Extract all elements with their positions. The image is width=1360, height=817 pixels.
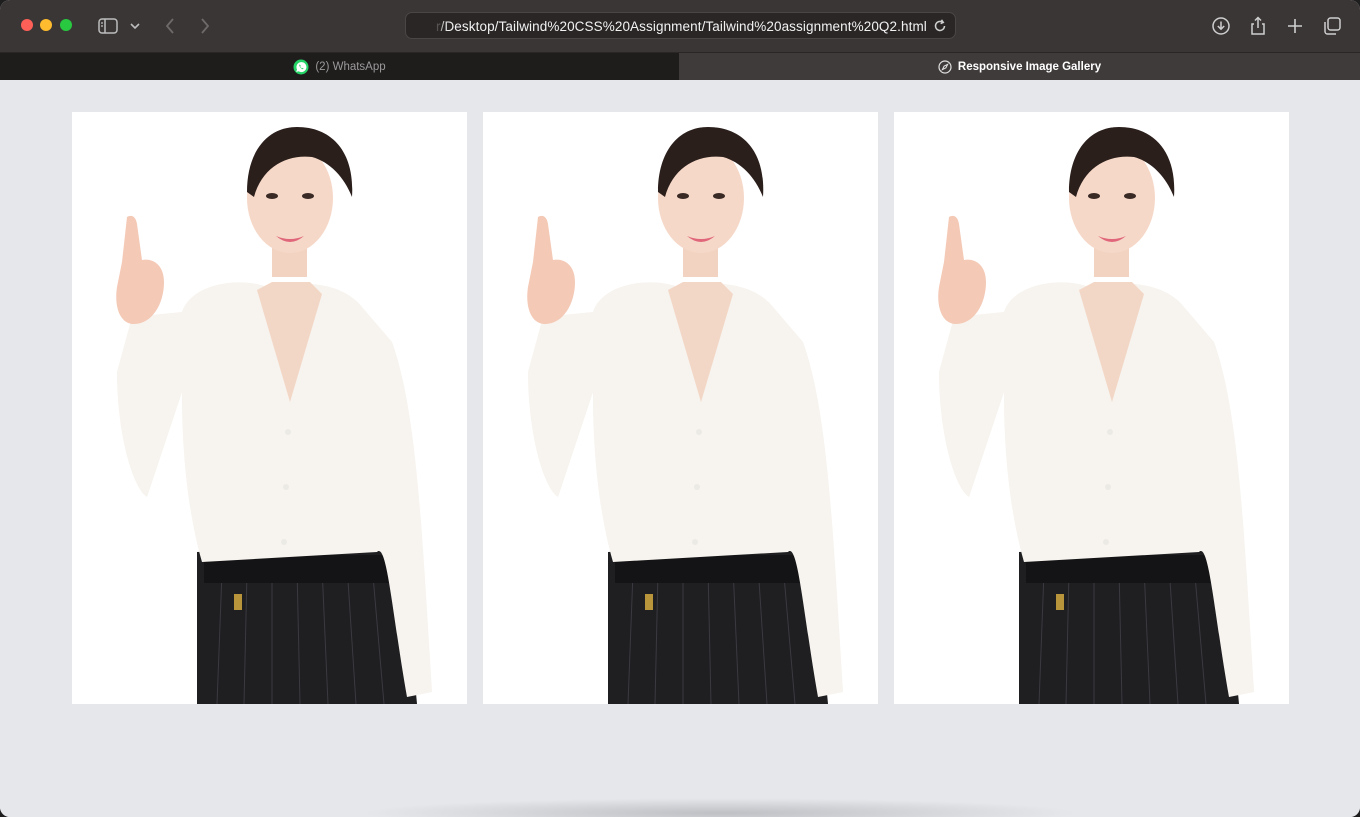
address-bar-url[interactable]: r/Desktop/Tailwind%20CSS%20Assignment/Ta… (436, 19, 927, 34)
close-window-button[interactable] (21, 19, 33, 31)
zoom-window-button[interactable] (60, 19, 72, 31)
sidebar-toggle-icon[interactable] (96, 14, 120, 38)
tab-overview-icon[interactable] (1320, 14, 1344, 38)
page-content (0, 80, 1360, 817)
forward-arrow-icon[interactable] (195, 14, 215, 38)
plus-icon[interactable] (1283, 14, 1307, 38)
compass-icon (938, 60, 952, 74)
tab-whatsapp-label: (2) WhatsApp (315, 61, 386, 73)
gallery-image (483, 112, 878, 704)
minimize-window-button[interactable] (40, 19, 52, 31)
reload-icon[interactable] (931, 17, 949, 35)
tab-bar: (2) WhatsApp Responsive Image Gallery (0, 52, 1360, 81)
browser-window: r/Desktop/Tailwind%20CSS%20Assignment/Ta… (0, 0, 1360, 817)
photo-woman-pointing-up (894, 112, 1289, 704)
back-arrow-icon[interactable] (160, 14, 180, 38)
share-icon[interactable] (1246, 14, 1270, 38)
photo-woman-pointing-up (72, 112, 467, 704)
photo-woman-pointing-up (483, 112, 878, 704)
download-icon[interactable] (1209, 14, 1233, 38)
chevron-down-icon[interactable] (128, 14, 142, 38)
address-bar[interactable]: r/Desktop/Tailwind%20CSS%20Assignment/Ta… (405, 12, 956, 39)
bottom-shadow (360, 798, 1080, 817)
tab-responsive-image-gallery[interactable]: Responsive Image Gallery (679, 53, 1360, 81)
tab-whatsapp[interactable]: (2) WhatsApp (0, 53, 679, 81)
gallery-image (894, 112, 1289, 704)
whatsapp-icon (293, 59, 309, 75)
browser-toolbar: r/Desktop/Tailwind%20CSS%20Assignment/Ta… (0, 0, 1360, 52)
url-fade (428, 17, 448, 35)
gallery-image (72, 112, 467, 704)
tab-active-label: Responsive Image Gallery (957, 61, 1102, 73)
